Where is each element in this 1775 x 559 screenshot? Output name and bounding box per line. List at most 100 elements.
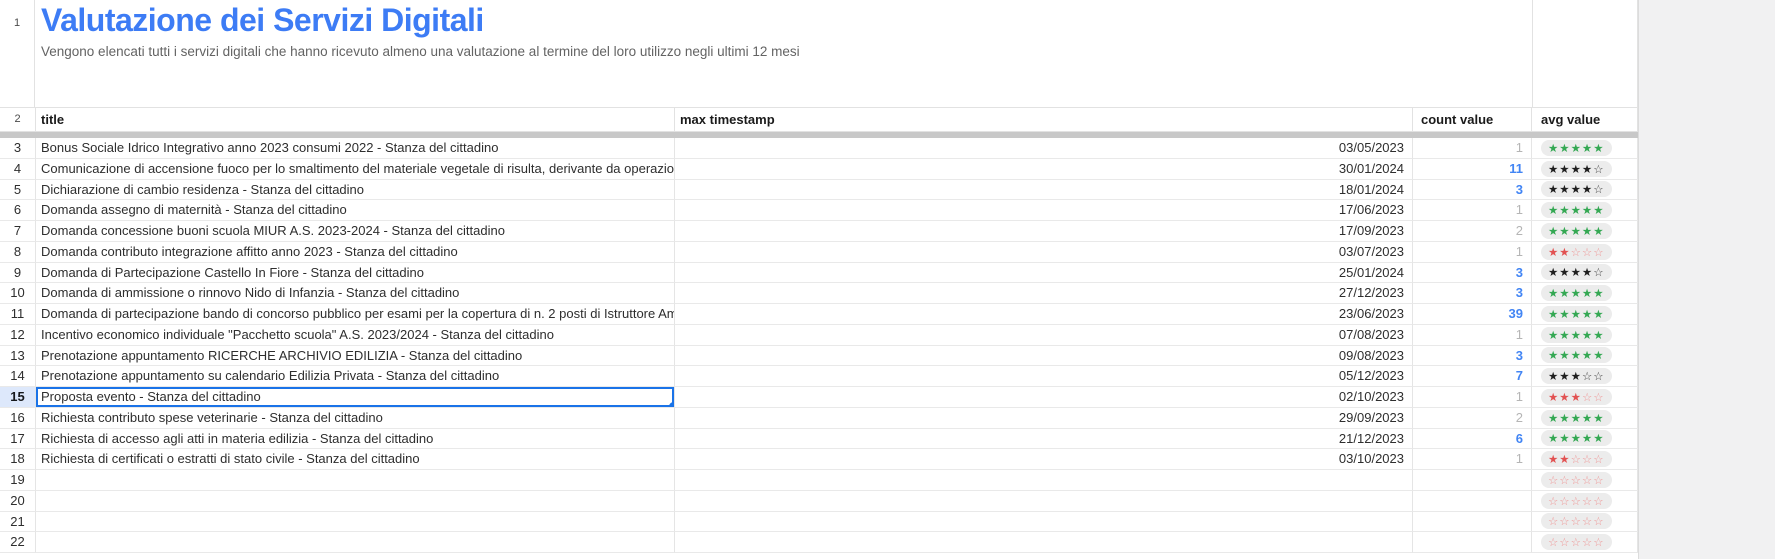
- row-header[interactable]: 4: [0, 159, 36, 180]
- cell-max-timestamp[interactable]: [675, 491, 1413, 512]
- cell-max-timestamp[interactable]: 17/06/2023: [675, 200, 1413, 221]
- cell-max-timestamp[interactable]: 05/12/2023: [675, 366, 1413, 387]
- cell-title[interactable]: Domanda assegno di maternità - Stanza de…: [36, 200, 675, 221]
- cell-count-value[interactable]: 1: [1413, 242, 1532, 263]
- cell-title[interactable]: Domanda di partecipazione bando di conco…: [36, 304, 675, 325]
- row-header[interactable]: 20: [0, 491, 36, 512]
- row-header[interactable]: 7: [0, 221, 36, 242]
- cell-count-value[interactable]: 11: [1413, 159, 1532, 180]
- column-header-title[interactable]: title: [36, 107, 675, 132]
- row-header[interactable]: 9: [0, 263, 36, 284]
- cell-title[interactable]: Richiesta di certificati o estratti di s…: [36, 449, 675, 470]
- row-header[interactable]: 10: [0, 283, 36, 304]
- cell-avg-value[interactable]: ★★★★★: [1532, 221, 1638, 242]
- cell-title[interactable]: Incentivo economico individuale "Pacchet…: [36, 325, 675, 346]
- cell-avg-value[interactable]: ★★★★★: [1532, 304, 1638, 325]
- cell-avg-value[interactable]: ★★★★★: [1532, 408, 1638, 429]
- cell-count-value[interactable]: 1: [1413, 138, 1532, 159]
- cell-title[interactable]: Richiesta di accesso agli atti in materi…: [36, 429, 675, 450]
- cell-avg-value[interactable]: ★★★★☆: [1532, 180, 1638, 201]
- row-header[interactable]: 21: [0, 512, 36, 533]
- cell-title[interactable]: [36, 470, 675, 491]
- cell-avg-value[interactable]: ★★★★★: [1532, 138, 1638, 159]
- row-header[interactable]: 13: [0, 346, 36, 367]
- cell-avg-value[interactable]: ★★★★★: [1532, 346, 1638, 367]
- row-header[interactable]: 22: [0, 532, 36, 553]
- cell-avg-value[interactable]: ★★☆☆☆: [1532, 449, 1638, 470]
- row-header[interactable]: 19: [0, 470, 36, 491]
- row-header[interactable]: 8: [0, 242, 36, 263]
- column-header-count-value[interactable]: count value: [1413, 107, 1532, 132]
- cell-avg-value[interactable]: ☆☆☆☆☆: [1532, 532, 1638, 553]
- row-header-1[interactable]: 1: [0, 0, 35, 107]
- row-header[interactable]: 5: [0, 180, 36, 201]
- cell-title[interactable]: Bonus Sociale Idrico Integrativo anno 20…: [36, 138, 675, 159]
- row-header[interactable]: 15: [0, 387, 36, 408]
- cell-count-value[interactable]: [1413, 491, 1532, 512]
- cell-max-timestamp[interactable]: [675, 470, 1413, 491]
- column-header-max-timestamp[interactable]: max timestamp: [675, 107, 1413, 132]
- cell-avg-value[interactable]: ☆☆☆☆☆: [1532, 512, 1638, 533]
- cell-avg-value[interactable]: ★★★★★: [1532, 283, 1638, 304]
- cell-count-value[interactable]: 3: [1413, 180, 1532, 201]
- cell-count-value[interactable]: [1413, 470, 1532, 491]
- cell-max-timestamp[interactable]: 03/10/2023: [675, 449, 1413, 470]
- cell-max-timestamp[interactable]: 27/12/2023: [675, 283, 1413, 304]
- cell-title[interactable]: Domanda di Partecipazione Castello In Fi…: [36, 263, 675, 284]
- row-header-2[interactable]: 2: [0, 107, 36, 132]
- cell-avg-value[interactable]: ★★☆☆☆: [1532, 242, 1638, 263]
- cell-count-value[interactable]: 3: [1413, 263, 1532, 284]
- cell-max-timestamp[interactable]: 29/09/2023: [675, 408, 1413, 429]
- cell-avg-value[interactable]: ★★★☆☆: [1532, 366, 1638, 387]
- cell-title[interactable]: Domanda contributo integrazione affitto …: [36, 242, 675, 263]
- cell-count-value[interactable]: 1: [1413, 449, 1532, 470]
- cell-count-value[interactable]: 3: [1413, 283, 1532, 304]
- cell-max-timestamp[interactable]: 09/08/2023: [675, 346, 1413, 367]
- cell-max-timestamp[interactable]: 03/05/2023: [675, 138, 1413, 159]
- cell-count-value[interactable]: 7: [1413, 366, 1532, 387]
- cell-title[interactable]: Domanda concessione buoni scuola MIUR A.…: [36, 221, 675, 242]
- cell-max-timestamp[interactable]: 18/01/2024: [675, 180, 1413, 201]
- cell-count-value[interactable]: 39: [1413, 304, 1532, 325]
- cell-title[interactable]: Domanda di ammissione o rinnovo Nido di …: [36, 283, 675, 304]
- cell-title[interactable]: [36, 532, 675, 553]
- cell-count-value[interactable]: 1: [1413, 325, 1532, 346]
- cell-avg-value[interactable]: ★★★★☆: [1532, 263, 1638, 284]
- cell-avg-value[interactable]: ★★★★☆: [1532, 159, 1638, 180]
- cell-max-timestamp[interactable]: 07/08/2023: [675, 325, 1413, 346]
- row-header[interactable]: 16: [0, 408, 36, 429]
- cell-avg-value[interactable]: ★★★★★: [1532, 429, 1638, 450]
- cell-max-timestamp[interactable]: 03/07/2023: [675, 242, 1413, 263]
- cell-max-timestamp[interactable]: 17/09/2023: [675, 221, 1413, 242]
- cell-avg-value[interactable]: ★★★★★: [1532, 200, 1638, 221]
- cell-title[interactable]: Proposta evento - Stanza del cittadino: [36, 387, 675, 408]
- row-header[interactable]: 11: [0, 304, 36, 325]
- cell-title[interactable]: Dichiarazione di cambio residenza - Stan…: [36, 180, 675, 201]
- cell-title[interactable]: [36, 512, 675, 533]
- cell-count-value[interactable]: 3: [1413, 346, 1532, 367]
- cell-count-value[interactable]: 2: [1413, 408, 1532, 429]
- cell-max-timestamp[interactable]: 02/10/2023: [675, 387, 1413, 408]
- cell-count-value[interactable]: 1: [1413, 387, 1532, 408]
- row-header[interactable]: 12: [0, 325, 36, 346]
- cell-max-timestamp[interactable]: [675, 512, 1413, 533]
- cell-avg-value[interactable]: ☆☆☆☆☆: [1532, 470, 1638, 491]
- cell-count-value[interactable]: 6: [1413, 429, 1532, 450]
- title-cell[interactable]: Valutazione dei Servizi Digitali Vengono…: [41, 0, 1521, 107]
- cell-max-timestamp[interactable]: 21/12/2023: [675, 429, 1413, 450]
- cell-title[interactable]: Prenotazione appuntamento su calendario …: [36, 366, 675, 387]
- row-header[interactable]: 6: [0, 200, 36, 221]
- cell-count-value[interactable]: 1: [1413, 200, 1532, 221]
- cell-count-value[interactable]: [1413, 532, 1532, 553]
- cell-title[interactable]: Prenotazione appuntamento RICERCHE ARCHI…: [36, 346, 675, 367]
- row-header[interactable]: 17: [0, 429, 36, 450]
- row-header[interactable]: 3: [0, 138, 36, 159]
- cell-max-timestamp[interactable]: 30/01/2024: [675, 159, 1413, 180]
- cell-avg-value[interactable]: ☆☆☆☆☆: [1532, 491, 1638, 512]
- cell-count-value[interactable]: [1413, 512, 1532, 533]
- row-header[interactable]: 18: [0, 449, 36, 470]
- cell-max-timestamp[interactable]: 25/01/2024: [675, 263, 1413, 284]
- cell-title[interactable]: Richiesta contributo spese veterinarie -…: [36, 408, 675, 429]
- cell-max-timestamp[interactable]: 23/06/2023: [675, 304, 1413, 325]
- cell-title[interactable]: [36, 491, 675, 512]
